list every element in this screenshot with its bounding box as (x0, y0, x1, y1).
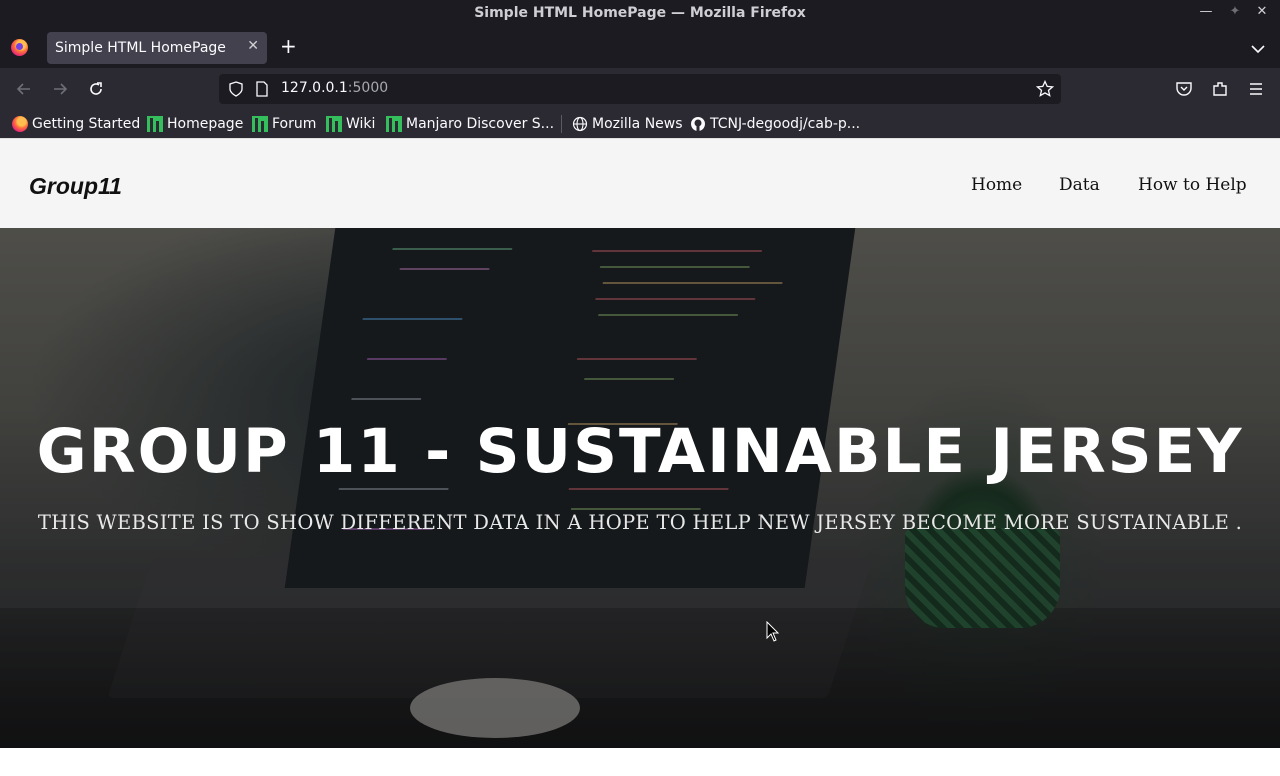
hero-subtitle: THIS WEBSITE IS TO SHOW DIFFERENT DATA I… (37, 511, 1243, 534)
nav-link-how-to-help[interactable]: How to Help (1138, 175, 1247, 195)
firefox-icon (12, 116, 28, 132)
firefox-view-icon[interactable] (11, 39, 28, 56)
mouse-cursor-icon (766, 620, 780, 647)
minimize-icon[interactable]: — (1197, 3, 1215, 21)
bookmark-label: Wiki (346, 116, 376, 132)
bookmark-label: Mozilla News (592, 116, 683, 132)
reload-icon[interactable] (87, 80, 105, 102)
page-bottom-area (0, 748, 1280, 776)
web-page: Group11 Home Data How to Help GROUP 11 -… (0, 138, 1280, 748)
globe-icon (572, 116, 588, 132)
url-port: :5000 (347, 80, 389, 96)
pocket-icon[interactable] (1175, 80, 1193, 102)
nav-link-data[interactable]: Data (1059, 175, 1100, 195)
list-all-tabs-icon[interactable] (1251, 39, 1265, 58)
close-window-icon[interactable]: ✕ (1253, 3, 1271, 21)
github-icon (690, 116, 706, 132)
bookmark-manjaro-discover[interactable]: Manjaro Discover S... (386, 115, 554, 133)
back-icon[interactable] (15, 80, 33, 102)
app-menu-icon[interactable] (1247, 80, 1265, 102)
window-title: Simple HTML HomePage — Mozilla Firefox (474, 5, 806, 21)
tab-simple-html-homepage[interactable]: Simple HTML HomePage ✕ (47, 32, 267, 64)
extensions-icon[interactable] (1211, 80, 1229, 102)
bookmark-mozilla-news[interactable]: Mozilla News (572, 115, 683, 133)
bookmark-getting-started[interactable]: Getting Started (12, 115, 140, 133)
url-host: 127.0.0.1 (281, 80, 348, 96)
bookmark-label: Getting Started (32, 116, 141, 132)
bookmark-label: TCNJ-degoodj/cab-p... (710, 116, 861, 132)
bookmark-label: Homepage (167, 116, 244, 132)
manjaro-icon (386, 116, 402, 132)
bookmark-separator (561, 115, 562, 133)
site-header: Group11 Home Data How to Help (0, 138, 1280, 228)
tab-strip: Simple HTML HomePage ✕ + (0, 26, 1280, 68)
bookmark-star-icon[interactable] (1035, 79, 1055, 102)
window-titlebar: Simple HTML HomePage — Mozilla Firefox —… (0, 0, 1280, 26)
forward-icon[interactable] (51, 80, 69, 102)
hero-dark-overlay (0, 228, 1280, 748)
nav-link-home[interactable]: Home (971, 175, 1022, 195)
tab-label: Simple HTML HomePage (55, 40, 226, 56)
hero-title: GROUP 11 - SUSTAINABLE JERSEY (36, 416, 1244, 487)
url-text[interactable]: 127.0.0.1:5000 (281, 80, 388, 96)
manjaro-icon (147, 116, 163, 132)
bookmark-label: Forum (272, 116, 317, 132)
tracking-protection-icon[interactable] (228, 81, 244, 101)
bookmark-forum[interactable]: Forum (252, 115, 316, 133)
bookmark-wiki[interactable]: Wiki (326, 115, 375, 133)
bookmark-homepage[interactable]: Homepage (147, 115, 243, 133)
manjaro-icon (326, 116, 342, 132)
maximize-icon[interactable]: ✦ (1226, 3, 1244, 21)
url-bar[interactable]: 127.0.0.1:5000 (219, 74, 1061, 104)
bookmarks-toolbar: Getting Started Homepage Forum Wiki Manj… (0, 110, 1280, 138)
hero-section: GROUP 11 - SUSTAINABLE JERSEY THIS WEBSI… (0, 228, 1280, 748)
new-tab-icon[interactable]: + (280, 36, 297, 56)
bookmark-tcnj-repo[interactable]: TCNJ-degoodj/cab-p... (690, 115, 860, 133)
site-logo[interactable]: Group11 (29, 173, 122, 200)
bookmark-label: Manjaro Discover S... (406, 116, 555, 132)
navigation-toolbar: 127.0.0.1:5000 (0, 68, 1280, 110)
page-info-icon[interactable] (255, 81, 269, 101)
tab-close-icon[interactable]: ✕ (247, 38, 259, 54)
manjaro-icon (252, 116, 268, 132)
